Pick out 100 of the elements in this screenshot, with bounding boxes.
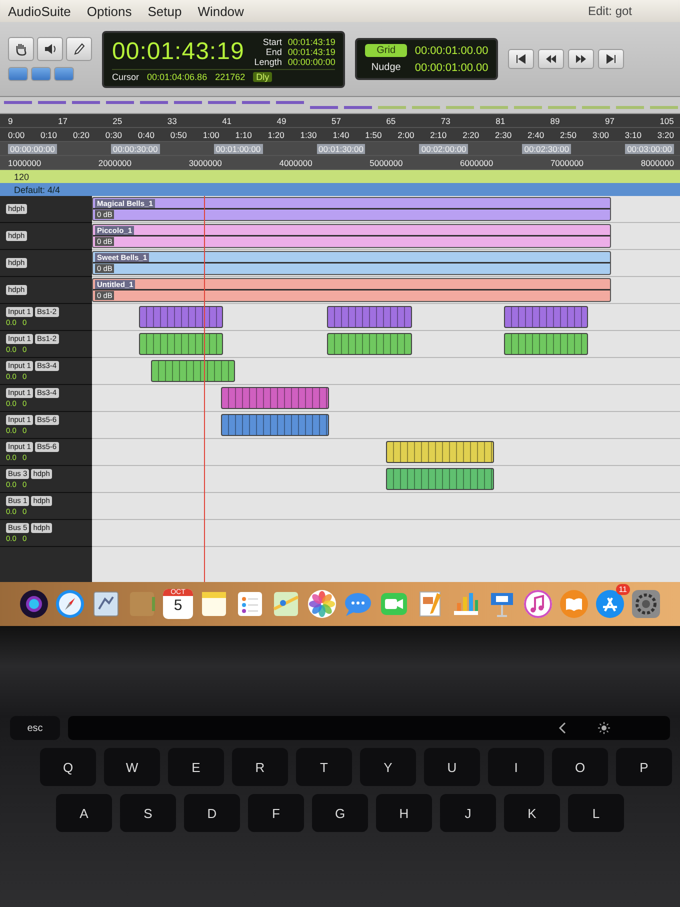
fast-forward-button[interactable]: [568, 49, 594, 69]
keyboard-key[interactable]: W: [104, 748, 160, 786]
ruler-mark: 00:01:30:00: [316, 144, 366, 154]
ruler-mark: 00:03:00:00: [625, 144, 674, 154]
skip-back-icon: [515, 53, 528, 65]
keyboard-key[interactable]: G: [312, 794, 368, 832]
midi-clip[interactable]: [386, 468, 494, 490]
speaker-icon: [43, 42, 57, 56]
open-book-icon[interactable]: [559, 589, 589, 619]
ruler-mark: 1:00: [202, 130, 220, 140]
compass-icon[interactable]: [55, 589, 85, 619]
keyboard-key[interactable]: P: [616, 748, 672, 786]
ruler-mark: 2:20: [462, 130, 480, 140]
ruler-mark: 57: [331, 116, 341, 126]
ruler-mark: 49: [276, 116, 286, 126]
end-value: 00:01:43:19: [288, 46, 336, 56]
midi-clip[interactable]: [150, 360, 236, 382]
keyboard-key[interactable]: D: [184, 794, 240, 832]
keyboard-key[interactable]: E: [168, 748, 224, 786]
ruler-mark: 41: [222, 116, 232, 126]
menu-item[interactable]: Options: [86, 4, 132, 18]
keyboard-key[interactable]: F: [248, 794, 304, 832]
length-label: Length: [254, 56, 282, 66]
keyboard-key[interactable]: Q: [40, 748, 96, 786]
midi-clip[interactable]: [327, 306, 412, 328]
meter-ruler: Default: 4/4: [0, 183, 680, 196]
keyboard-key[interactable]: esc: [10, 716, 60, 740]
ruler-mark: 6000000: [460, 158, 494, 168]
keyboard-key[interactable]: H: [376, 794, 432, 832]
keyboard-key[interactable]: A: [56, 794, 112, 832]
speaker-tool-button[interactable]: [37, 37, 63, 61]
keyboard-key[interactable]: L: [568, 794, 624, 832]
midi-clip[interactable]: [221, 414, 330, 436]
rewind-icon: [545, 53, 558, 65]
midi-clip[interactable]: [139, 333, 224, 355]
ruler-mark: 1:10: [235, 130, 252, 140]
ruler-mark: 00:00:30:00: [110, 144, 160, 154]
brightness-icon[interactable]: [598, 722, 610, 734]
pencil-tool-button[interactable]: [66, 37, 92, 61]
map-icon[interactable]: [271, 589, 301, 619]
ruler-mark: 0:20: [72, 130, 90, 140]
ruler-mark: 7000000: [550, 158, 584, 168]
pinwheel-icon[interactable]: [307, 589, 337, 619]
ruler-mark: 0:00: [8, 130, 25, 140]
chevron-left-icon[interactable]: [558, 722, 568, 734]
go-to-start-button[interactable]: [508, 49, 534, 69]
midi-clip[interactable]: [139, 306, 224, 328]
midi-clip[interactable]: [386, 441, 494, 463]
keyboard-key[interactable]: R: [232, 748, 288, 786]
mode-toggle[interactable]: Grid: [365, 44, 407, 57]
notepad-icon[interactable]: [199, 589, 229, 619]
ruler-mark: 0:50: [170, 130, 187, 140]
keyboard-key[interactable]: J: [440, 794, 496, 832]
rewind-button[interactable]: [538, 49, 564, 69]
fast-forward-icon: [575, 53, 588, 65]
ruler-mark: 97: [605, 116, 614, 126]
menu-item[interactable]: Window: [198, 4, 244, 18]
keyboard-key[interactable]: S: [120, 794, 176, 832]
mode-value: 00:00:01:00.00: [414, 44, 488, 56]
mode-toggle[interactable]: Nudge: [365, 61, 407, 74]
tempo-ruler: 120: [0, 170, 680, 183]
cursor-value: 00:01:04:06.86: [147, 72, 208, 82]
go-to-end-button[interactable]: [598, 49, 624, 69]
ruler-mark: 73: [440, 116, 450, 126]
ruler-mark: 33: [167, 116, 177, 126]
ruler-mark: 1:20: [268, 130, 284, 140]
ruler-mark: 3:00: [592, 130, 609, 140]
keyboard-key[interactable]: I: [488, 748, 544, 786]
calendar-day: 5: [174, 596, 182, 616]
keyboard-key[interactable]: Y: [360, 748, 416, 786]
mode-button[interactable]: [54, 67, 74, 81]
ruler-mark: 89: [550, 116, 560, 126]
menu-item[interactable]: Setup: [148, 4, 182, 18]
music-note-icon[interactable]: [523, 589, 553, 619]
midi-clip[interactable]: [221, 387, 330, 409]
hand-icon: [14, 42, 28, 56]
ruler-mark: 00:02:30:00: [522, 144, 572, 154]
ruler-mark: 105: [660, 116, 674, 126]
ruler-mark: 5000000: [370, 158, 403, 168]
menu-item[interactable]: AudioSuite: [8, 4, 71, 18]
midi-clip[interactable]: [504, 333, 588, 355]
hand-tool-button[interactable]: [8, 37, 34, 61]
notification-badge: 11: [616, 584, 630, 595]
midi-clip[interactable]: [327, 333, 412, 355]
pencil-icon: [72, 42, 86, 56]
mode-button[interactable]: [31, 67, 51, 81]
ruler-mark: 2:40: [528, 130, 544, 140]
keyboard-key[interactable]: U: [424, 748, 480, 786]
midi-clip[interactable]: [504, 306, 588, 328]
orb-icon[interactable]: [19, 589, 49, 619]
checklist-icon[interactable]: [235, 589, 265, 619]
skip-forward-icon: [605, 53, 618, 65]
keyboard-key[interactable]: K: [504, 794, 560, 832]
ruler-mark: 4000000: [279, 158, 312, 168]
gear-icon[interactable]: [631, 589, 661, 619]
main-counter: 00:01:43:19: [112, 38, 244, 66]
ruler-mark: 1:40: [332, 130, 350, 140]
mode-button[interactable]: [8, 67, 28, 81]
keyboard-key[interactable]: T: [296, 748, 352, 786]
keyboard-key[interactable]: O: [552, 748, 608, 786]
